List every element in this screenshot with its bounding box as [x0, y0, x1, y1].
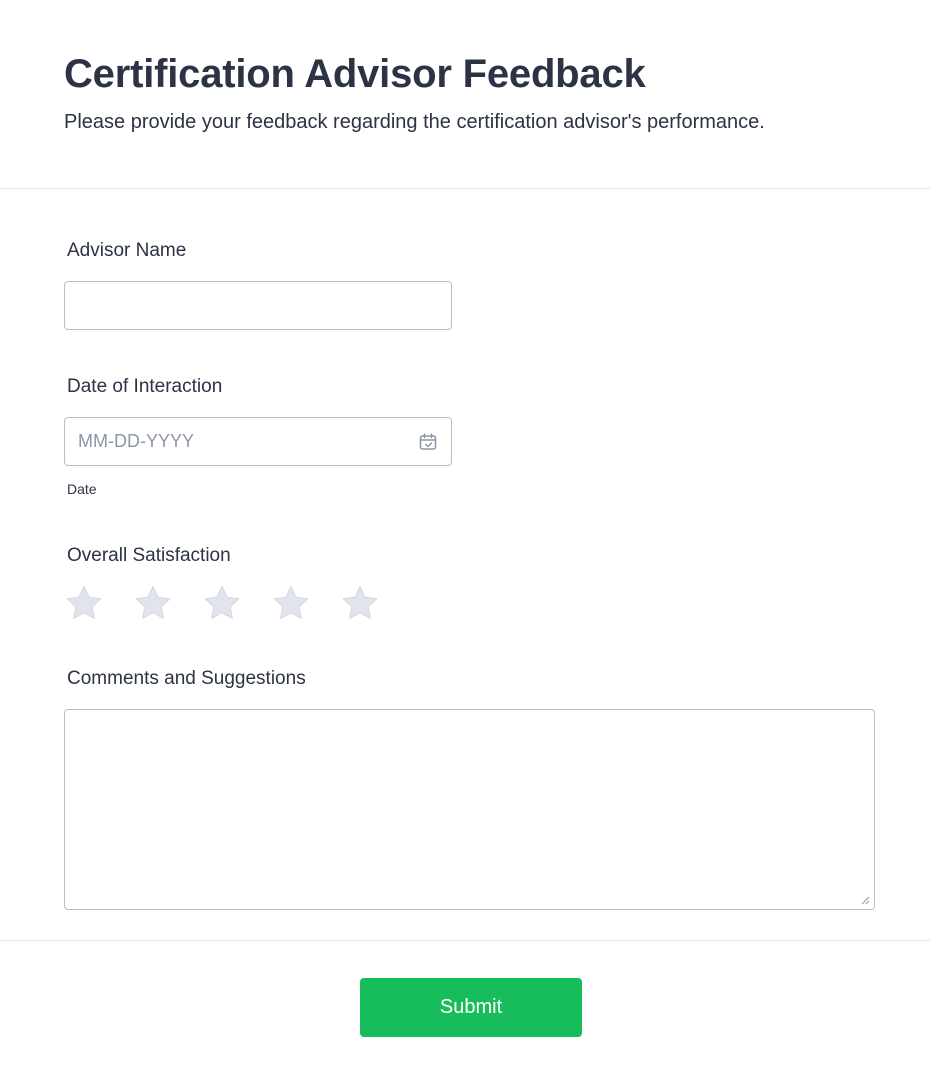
date-placeholder: MM-DD-YYYY [78, 431, 194, 451]
calendar-icon[interactable] [418, 432, 438, 452]
page-title: Certification Advisor Feedback [64, 52, 646, 96]
star-rating [64, 584, 394, 624]
date-input[interactable]: MM-DD-YYYY [64, 417, 452, 466]
footer-divider [0, 940, 930, 941]
advisor-name-input[interactable] [64, 281, 452, 330]
star-icon[interactable] [133, 584, 173, 624]
star-icon[interactable] [64, 584, 104, 624]
page-subtitle: Please provide your feedback regarding t… [64, 111, 765, 133]
advisor-name-label: Advisor Name [67, 240, 187, 261]
star-icon[interactable] [202, 584, 242, 624]
comments-label: Comments and Suggestions [67, 668, 306, 689]
comments-textarea[interactable] [64, 709, 875, 910]
satisfaction-label: Overall Satisfaction [67, 545, 231, 566]
star-icon[interactable] [271, 584, 311, 624]
star-icon[interactable] [340, 584, 380, 624]
submit-button[interactable]: Submit [360, 978, 582, 1037]
resize-handle-icon[interactable] [860, 895, 870, 905]
date-sublabel: Date [67, 481, 97, 497]
form-header: Certification Advisor Feedback Please pr… [0, 0, 930, 189]
date-label: Date of Interaction [67, 376, 223, 397]
